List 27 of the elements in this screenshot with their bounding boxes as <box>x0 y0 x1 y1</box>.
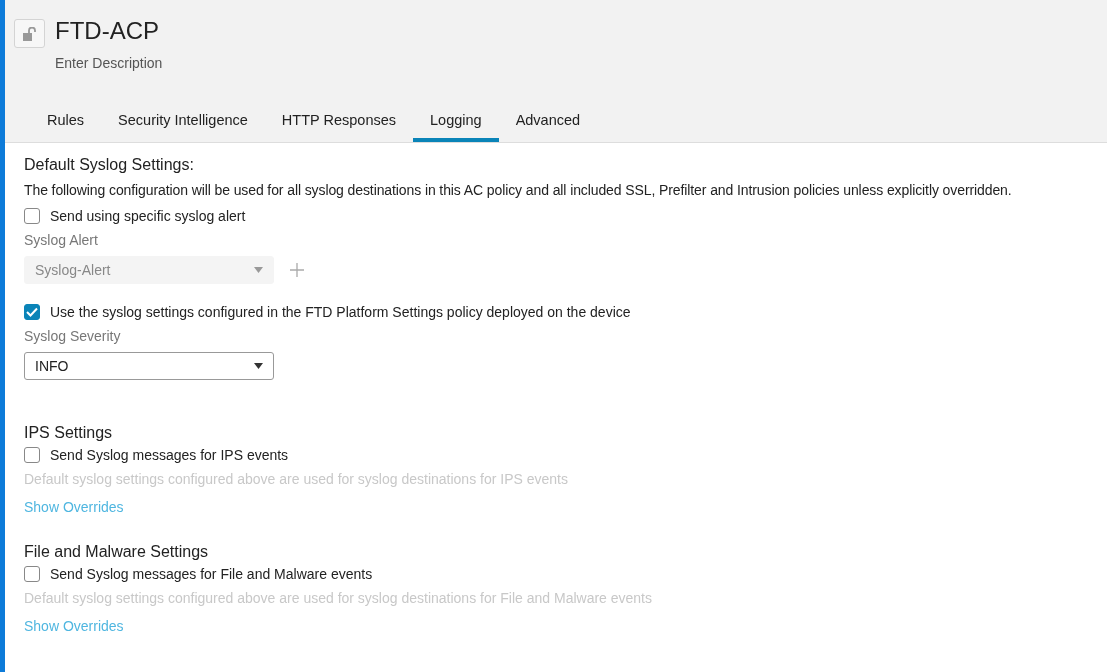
tab[interactable]: Advanced <box>498 104 598 142</box>
checkbox-label: Send using specific syslog alert <box>50 208 246 224</box>
select-field[interactable]: INFO <box>24 352 274 380</box>
checkbox[interactable] <box>24 208 40 224</box>
tab[interactable]: Security Intelligence <box>101 104 265 142</box>
section-heading: Default Syslog Settings: <box>24 155 195 175</box>
policy-title: FTD-ACP <box>55 17 160 45</box>
lock-button[interactable] <box>14 19 45 48</box>
checkbox[interactable] <box>24 447 40 463</box>
checkbox-label: Use the syslog settings configured in the FTD Platform Settings policy deployed on the device <box>50 304 631 320</box>
add-icon[interactable] <box>290 263 304 277</box>
lock-icon <box>22 26 37 41</box>
policy-description[interactable]: Enter Description <box>55 55 163 71</box>
section-heading: File and Malware Settings <box>24 542 210 562</box>
checkbox-label: Send Syslog messages for IPS events <box>50 447 289 463</box>
tab[interactable]: Logging <box>413 104 499 142</box>
field-label: Syslog Alert <box>24 232 99 248</box>
checkbox[interactable] <box>24 566 40 582</box>
tab[interactable]: Rules <box>30 104 102 142</box>
field-label: Syslog Severity <box>24 328 122 344</box>
checkbox-label: Send Syslog messages for File and Malware events <box>50 566 373 582</box>
section-heading: IPS Settings <box>24 423 114 443</box>
caret-icon <box>254 363 263 369</box>
description-text: The following configuration will be used for all syslog destinations in this AC policy and all included SSL, Prefilter and Intrusion policies unless explicitly overridden. <box>24 181 1013 199</box>
caret-icon <box>254 267 263 273</box>
checkbox[interactable] <box>24 304 40 320</box>
tab[interactable]: HTTP Responses <box>264 104 413 142</box>
